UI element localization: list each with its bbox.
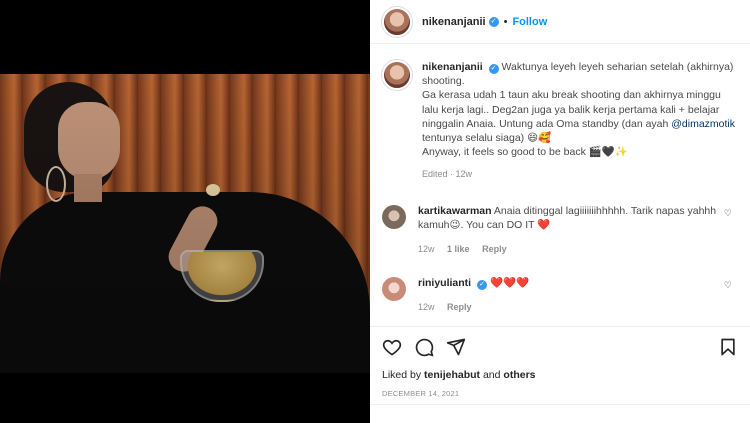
caption: nikenanjanii ✓ Waktunya leyeh leyeh seha… <box>382 60 738 182</box>
liked-suffix: and <box>482 369 501 381</box>
comment-avatar[interactable] <box>382 277 406 301</box>
comment: riniyulianti ✓ ❤️❤️❤️ 12w Reply ♡ <box>382 276 738 314</box>
liked-user[interactable]: tenijehabut <box>424 369 480 381</box>
liked-by: Liked by tenijehabut and others <box>382 369 738 381</box>
reply-button[interactable]: Reply <box>482 244 507 254</box>
comment-meta: 12w Reply <box>418 300 718 314</box>
comment-username[interactable]: riniyulianti <box>418 277 471 289</box>
comment-time[interactable]: 12w <box>418 244 435 254</box>
liked-prefix: Liked by <box>382 369 422 381</box>
comment-likes[interactable]: 1 like <box>447 244 470 254</box>
bookmark-icon[interactable] <box>718 337 738 357</box>
comment-like-heart-icon[interactable]: ♡ <box>724 280 732 291</box>
comment-time[interactable]: 12w <box>418 302 435 312</box>
like-heart-icon[interactable] <box>382 337 402 357</box>
comment-body: riniyulianti ✓ ❤️❤️❤️ 12w Reply <box>418 276 718 314</box>
comment-text: ❤️❤️❤️ <box>489 277 530 289</box>
follow-button[interactable]: Follow <box>512 16 547 28</box>
post-photo[interactable] <box>0 74 370 373</box>
reply-button[interactable]: Reply <box>447 302 472 312</box>
post-media <box>0 0 370 423</box>
header-separator: • <box>503 15 508 28</box>
footer-divider <box>370 404 750 405</box>
actions-bar: Liked by tenijehabut and others DECEMBER… <box>370 326 750 423</box>
action-icons <box>382 333 738 361</box>
photo-shade <box>0 74 370 373</box>
avatar[interactable] <box>382 6 412 37</box>
caption-edited: Edited · 12w <box>422 169 473 180</box>
comment: kartikawarman Anaia ditinggal lagiiiiiii… <box>382 204 738 256</box>
post-details: nikenanjanii ✓ • Follow nikenanjanii ✓ W… <box>370 0 750 423</box>
comment-avatar[interactable] <box>382 205 406 229</box>
caption-text: nikenanjanii ✓ Waktunya leyeh leyeh seha… <box>422 60 738 182</box>
header-username[interactable]: nikenanjanii <box>422 16 486 28</box>
verified-badge-icon: ✓ <box>488 16 499 27</box>
caption-mention[interactable]: @dimazmotik <box>671 118 735 130</box>
post-header: nikenanjanii ✓ • Follow <box>370 0 750 44</box>
caption-line-3: tentunya selalu siaga) 😄🥰 <box>422 132 552 145</box>
share-send-icon[interactable] <box>446 337 466 357</box>
comment-username[interactable]: kartikawarman <box>418 205 492 217</box>
caption-avatar[interactable] <box>382 60 412 90</box>
verified-badge-icon: ✓ <box>477 280 488 290</box>
caption-line-4: Anyway, it feels so good to be back 🎬🖤✨ <box>422 146 628 159</box>
comment-like-heart-icon[interactable]: ♡ <box>724 208 732 219</box>
comment-meta: 12w 1 like Reply <box>418 242 718 256</box>
verified-badge-icon: ✓ <box>488 64 499 74</box>
comment-bubble-icon[interactable] <box>414 337 434 357</box>
caption-username[interactable]: nikenanjanii <box>422 61 483 73</box>
post-date[interactable]: DECEMBER 14, 2021 <box>382 389 738 398</box>
liked-others[interactable]: others <box>503 369 535 381</box>
comment-body: kartikawarman Anaia ditinggal lagiiiiiii… <box>418 204 718 256</box>
